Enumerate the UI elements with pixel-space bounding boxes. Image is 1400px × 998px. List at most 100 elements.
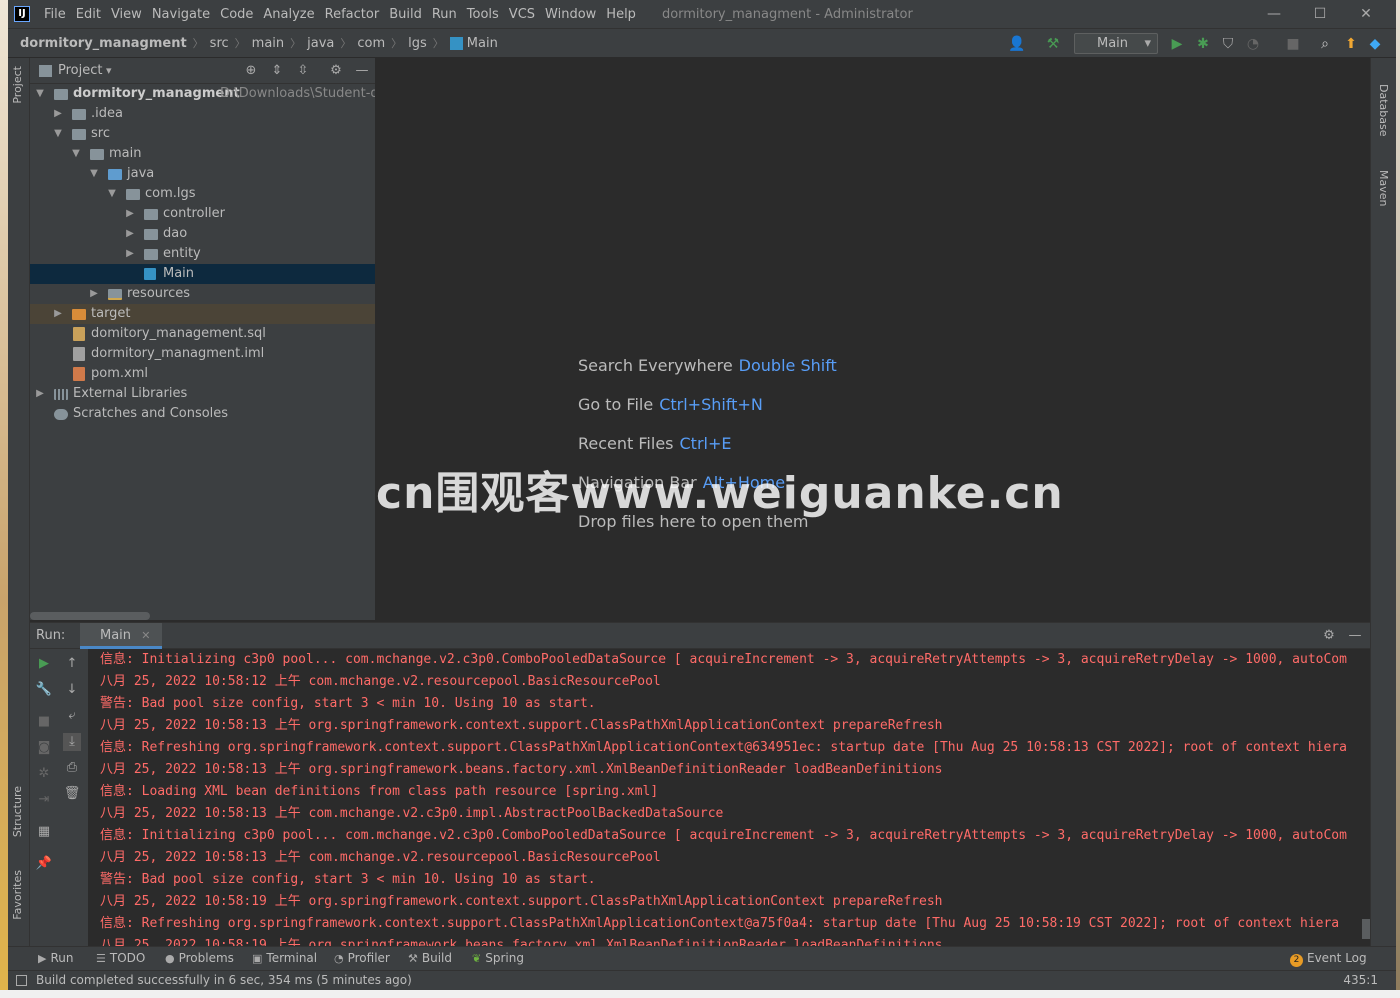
- run-icon[interactable]: ▶: [1168, 35, 1186, 53]
- tree-row-entity[interactable]: ▶ entity: [30, 244, 375, 264]
- tree-row-iml-file[interactable]: dormitory_managment.iml: [30, 344, 375, 364]
- tree-row-external-libraries[interactable]: ▶ External Libraries: [30, 384, 375, 404]
- rerun-icon[interactable]: ▶: [35, 655, 53, 673]
- search-icon[interactable]: ⌕: [1316, 35, 1334, 53]
- tool-run[interactable]: ▶ Run: [38, 951, 73, 965]
- debug-icon[interactable]: ✱: [1194, 35, 1212, 53]
- chevron-right-icon[interactable]: ▶: [124, 224, 136, 244]
- console-output[interactable]: 信息: Initializing c3p0 pool... com.mchang…: [88, 649, 1370, 947]
- chevron-right-icon[interactable]: ▶: [88, 284, 100, 304]
- menu-build[interactable]: Build: [389, 7, 422, 22]
- tree-row-idea[interactable]: ▶ .idea: [30, 104, 375, 124]
- chevron-right-icon[interactable]: ▶: [124, 204, 136, 224]
- tab-maven[interactable]: Maven: [1377, 170, 1390, 206]
- user-add-icon[interactable]: 👤: [1008, 35, 1026, 53]
- profile-icon[interactable]: ◔: [1244, 35, 1262, 53]
- menu-vcs[interactable]: VCS: [509, 7, 535, 22]
- arrow-down-icon[interactable]: ↓: [63, 681, 81, 699]
- menu-view[interactable]: View: [111, 7, 142, 22]
- chevron-down-icon[interactable]: ▼: [106, 184, 118, 204]
- menu-code[interactable]: Code: [220, 7, 253, 22]
- camera-icon[interactable]: ◙: [35, 739, 53, 757]
- project-view-selector[interactable]: Project: [58, 63, 112, 78]
- tree-row-pom[interactable]: pom.xml: [30, 364, 375, 384]
- tool-build[interactable]: ⚒ Build: [408, 951, 452, 965]
- menu-window[interactable]: Window: [545, 7, 596, 22]
- menu-file[interactable]: File: [44, 7, 66, 22]
- horizontal-scrollbar[interactable]: [30, 612, 150, 620]
- chevron-down-icon[interactable]: ▼: [52, 124, 64, 144]
- tab-project[interactable]: Project: [11, 66, 24, 104]
- chevron-right-icon[interactable]: ▶: [124, 244, 136, 264]
- tree-row-controller[interactable]: ▶ controller: [30, 204, 375, 224]
- menu-edit[interactable]: Edit: [76, 7, 101, 22]
- update-icon[interactable]: ⬆: [1342, 35, 1360, 53]
- chevron-right-icon[interactable]: ▶: [52, 304, 64, 324]
- tab-favorites[interactable]: Favorites: [11, 870, 24, 920]
- hide-panel-icon[interactable]: —: [353, 62, 371, 80]
- run-configuration-select[interactable]: Main: [1074, 33, 1158, 54]
- tree-row-java[interactable]: ▼ java: [30, 164, 375, 184]
- locate-target-icon[interactable]: ⊕: [242, 62, 260, 80]
- toggle-tool-windows-icon[interactable]: [16, 975, 27, 986]
- breadcrumb-main-class[interactable]: Main: [467, 36, 498, 51]
- arrow-up-icon[interactable]: ↑: [63, 655, 81, 673]
- menu-run[interactable]: Run: [432, 7, 457, 22]
- menu-tools[interactable]: Tools: [467, 7, 499, 22]
- tree-row-dao[interactable]: ▶ dao: [30, 224, 375, 244]
- tab-structure[interactable]: Structure: [11, 786, 24, 837]
- tab-database[interactable]: Database: [1377, 84, 1390, 137]
- tree-row-com-lgs[interactable]: ▼ com.lgs: [30, 184, 375, 204]
- tree-row-scratches[interactable]: Scratches and Consoles: [30, 404, 375, 424]
- breadcrumb-main[interactable]: main: [252, 36, 284, 51]
- toolbox-icon[interactable]: ◆: [1366, 35, 1384, 53]
- run-tab-main[interactable]: Main ✕: [80, 623, 163, 649]
- tree-row-main-class[interactable]: Main: [30, 264, 375, 284]
- menu-navigate[interactable]: Navigate: [152, 7, 210, 22]
- menu-analyze[interactable]: Analyze: [263, 7, 314, 22]
- coverage-icon[interactable]: ⛉: [1219, 35, 1237, 53]
- stop-icon[interactable]: ■: [1284, 35, 1302, 53]
- vertical-scrollbar[interactable]: [1362, 919, 1370, 939]
- close-icon[interactable]: ✕: [1356, 4, 1376, 24]
- menu-help[interactable]: Help: [606, 7, 636, 22]
- chevron-right-icon[interactable]: ▶: [52, 104, 64, 124]
- trash-icon[interactable]: 🗑: [63, 785, 81, 803]
- gear-icon[interactable]: ⚙: [1320, 627, 1338, 645]
- intellij-logo-icon[interactable]: IJ: [14, 6, 30, 22]
- chevron-down-icon[interactable]: ▼: [88, 164, 100, 184]
- build-hammer-icon[interactable]: ⚒: [1044, 35, 1062, 53]
- tool-profiler[interactable]: ◔ Profiler: [334, 951, 390, 965]
- close-tab-icon[interactable]: ✕: [141, 629, 150, 642]
- maximize-icon[interactable]: ☐: [1310, 4, 1330, 24]
- collapse-all-icon[interactable]: ⇳: [294, 62, 312, 80]
- stop-icon[interactable]: ■: [35, 713, 53, 731]
- breadcrumb-src[interactable]: src: [210, 36, 229, 51]
- minimize-icon[interactable]: —: [1264, 4, 1284, 24]
- tree-row-target[interactable]: ▶ target: [30, 304, 375, 324]
- tool-todo[interactable]: ☰ TODO: [96, 951, 145, 965]
- chevron-down-icon[interactable]: ▼: [34, 84, 46, 104]
- tool-problems[interactable]: ● Problems: [165, 951, 234, 965]
- chevron-right-icon[interactable]: ▶: [34, 384, 46, 404]
- tree-row-project-root[interactable]: ▼ dormitory_managment D:\Downloads\Stude…: [30, 84, 375, 104]
- tool-terminal[interactable]: ▣ Terminal: [252, 951, 317, 965]
- tree-row-main[interactable]: ▼ main: [30, 144, 375, 164]
- settings-restore-icon[interactable]: ✲: [35, 765, 53, 783]
- exit-icon[interactable]: ⇥: [35, 791, 53, 809]
- chevron-down-icon[interactable]: ▼: [70, 144, 82, 164]
- breadcrumb-lgs[interactable]: lgs: [408, 36, 427, 51]
- caret-position[interactable]: 435:1: [1343, 973, 1378, 987]
- expand-all-icon[interactable]: ⇕: [268, 62, 286, 80]
- hide-panel-icon[interactable]: —: [1346, 627, 1364, 645]
- breadcrumb-com[interactable]: com: [357, 36, 385, 51]
- menu-refactor[interactable]: Refactor: [325, 7, 380, 22]
- scroll-to-end-icon[interactable]: ⤓: [63, 733, 81, 751]
- pin-icon[interactable]: 📌: [35, 855, 53, 873]
- breadcrumb-java[interactable]: java: [307, 36, 334, 51]
- status-message[interactable]: Build completed successfully in 6 sec, 3…: [36, 973, 412, 987]
- gear-icon[interactable]: ⚙: [327, 62, 345, 80]
- breadcrumb-project[interactable]: dormitory_managment: [20, 36, 187, 51]
- tool-event-log[interactable]: 2 Event Log: [1290, 951, 1367, 967]
- tool-spring[interactable]: ❦ Spring: [472, 951, 524, 965]
